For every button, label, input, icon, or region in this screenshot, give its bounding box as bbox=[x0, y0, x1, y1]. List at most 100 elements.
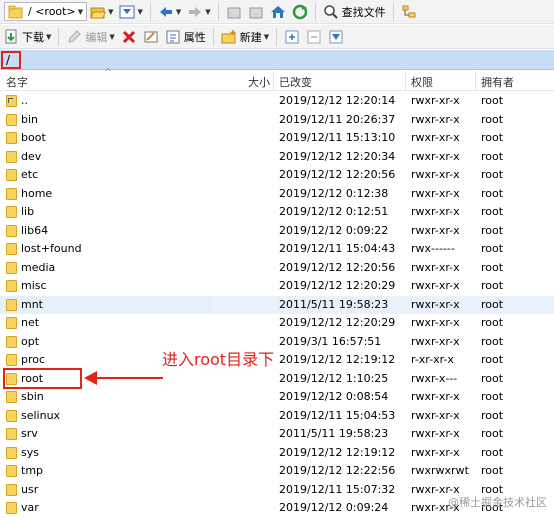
column-header-permissions[interactable]: 权限 bbox=[411, 74, 433, 90]
root-dir-button[interactable] bbox=[245, 2, 267, 22]
forward-arrow-icon bbox=[187, 4, 203, 20]
find-files-button[interactable]: 查找文件 bbox=[320, 2, 389, 22]
file-row[interactable]: tmp 2019/12/12 12:22:56 rwxrwxrwt root bbox=[0, 462, 554, 481]
file-name: media bbox=[21, 260, 56, 274]
file-name: var bbox=[21, 501, 39, 514]
file-permissions: rwxr-xr-x bbox=[411, 427, 460, 440]
current-path[interactable]: / bbox=[1, 51, 21, 69]
properties-icon bbox=[165, 29, 181, 45]
edit-button[interactable]: 编辑 ▼ bbox=[63, 27, 117, 47]
delete-button[interactable] bbox=[118, 27, 140, 47]
file-list: .. 2019/12/12 12:20:14 rwxr-xr-x root bin 201… bbox=[0, 92, 554, 518]
file-row[interactable]: home 2019/12/12 0:12:38 rwxr-xr-x root bbox=[0, 185, 554, 204]
file-permissions: rwx------ bbox=[411, 242, 455, 255]
open-folder-icon bbox=[90, 4, 106, 20]
filter-mask-button[interactable] bbox=[325, 27, 347, 47]
file-owner: root bbox=[481, 186, 504, 200]
filter-button[interactable]: ▼ bbox=[116, 2, 145, 22]
file-row[interactable]: etc 2019/12/12 12:20:56 rwxr-xr-x root bbox=[0, 166, 554, 185]
file-row[interactable]: dev 2019/12/12 12:20:34 rwxr-xr-x root bbox=[0, 148, 554, 167]
file-row[interactable]: media 2019/12/12 12:20:56 rwxr-xr-x root bbox=[0, 259, 554, 278]
folder-icon bbox=[6, 298, 17, 311]
file-row[interactable]: srv 2011/5/11 19:58:23 rwxr-xr-x root bbox=[0, 425, 554, 444]
file-modified: 2019/12/11 15:04:53 bbox=[279, 408, 396, 422]
download-button[interactable]: 下载 ▼ bbox=[0, 27, 54, 47]
file-name: proc bbox=[21, 353, 46, 366]
filter-icon bbox=[119, 4, 135, 20]
file-row[interactable]: misc 2019/12/12 12:20:29 rwxr-xr-x root bbox=[0, 277, 554, 296]
navigation-toolbar: / <root> ▼ ▼ ▼ ▼ ▼ 查找文件 bbox=[0, 0, 554, 24]
column-divider[interactable] bbox=[273, 71, 274, 91]
file-permissions: rwxr-xr-x bbox=[411, 260, 460, 274]
folder-icon bbox=[6, 446, 17, 459]
file-row[interactable]: sys 2019/12/12 12:19:12 rwxr-xr-x root bbox=[0, 444, 554, 463]
column-header-owner[interactable]: 拥有者 bbox=[481, 74, 514, 90]
file-owner: root bbox=[481, 149, 504, 163]
file-permissions: rwxr-xr-x bbox=[411, 316, 460, 329]
file-modified: 2019/12/12 1:10:25 bbox=[279, 371, 389, 385]
properties-button[interactable]: 属性 bbox=[162, 27, 209, 47]
annotation-arrow-line bbox=[95, 377, 163, 379]
file-row[interactable]: net 2019/12/12 12:20:29 rwxr-xr-x root bbox=[0, 314, 554, 333]
file-row[interactable]: sbin 2019/12/12 0:08:54 rwxr-xr-x root bbox=[0, 388, 554, 407]
file-row[interactable]: lib 2019/12/12 0:12:51 rwxr-xr-x root bbox=[0, 203, 554, 222]
file-name: bin bbox=[21, 112, 39, 126]
file-row[interactable]: bin 2019/12/11 20:26:37 rwxr-xr-x root bbox=[0, 111, 554, 130]
folder-icon bbox=[6, 243, 17, 255]
new-button[interactable]: 新建 ▼ bbox=[218, 27, 272, 47]
file-owner: root bbox=[481, 131, 504, 144]
home-button[interactable] bbox=[267, 2, 289, 22]
refresh-button[interactable] bbox=[289, 2, 311, 22]
folder-icon bbox=[6, 317, 17, 329]
collapse-button[interactable] bbox=[303, 27, 325, 47]
file-name: mnt bbox=[21, 297, 43, 311]
address-bar[interactable]: / bbox=[0, 50, 554, 70]
folder-icon bbox=[6, 335, 17, 348]
column-divider[interactable] bbox=[475, 71, 476, 91]
tree-view-button[interactable] bbox=[398, 2, 420, 22]
folder-icon bbox=[6, 409, 17, 422]
annotation-text: 进入root目录下 bbox=[162, 350, 275, 369]
toolbar-divider bbox=[314, 2, 316, 21]
column-header-size[interactable]: 大小 bbox=[248, 74, 270, 90]
file-modified: 2019/12/12 12:20:56 bbox=[279, 168, 396, 181]
file-row[interactable]: lib64 2019/12/12 0:09:22 rwxr-xr-x root bbox=[0, 222, 554, 241]
file-modified: 2019/12/12 12:20:29 bbox=[279, 316, 396, 329]
file-row[interactable]: mnt 2011/5/11 19:58:23 rwxr-xr-x root bbox=[0, 295, 554, 314]
file-owner: root bbox=[481, 427, 504, 440]
chevron-down-icon: ▼ bbox=[263, 32, 270, 41]
file-permissions: rwxr-xr-x bbox=[411, 112, 460, 126]
file-modified: 2019/12/12 12:20:34 bbox=[279, 149, 396, 163]
file-row[interactable]: .. 2019/12/12 12:20:14 rwxr-xr-x root bbox=[0, 92, 554, 111]
file-list-header: ^ 名字 大小 已改变 权限 拥有者 bbox=[0, 68, 554, 91]
file-row[interactable]: proc 2019/12/12 12:19:12 r-xr-xr-x root bbox=[0, 351, 554, 370]
filter-icon bbox=[328, 29, 344, 45]
column-header-modified[interactable]: 已改变 bbox=[279, 74, 312, 90]
file-row[interactable]: selinux 2019/12/11 15:04:53 rwxr-xr-x root bbox=[0, 407, 554, 426]
file-modified: 2011/5/11 19:58:23 bbox=[279, 297, 389, 311]
path-combobox[interactable]: / <root> ▼ bbox=[4, 2, 88, 21]
file-name: etc bbox=[21, 168, 39, 181]
file-row[interactable]: opt 2019/3/1 16:57:51 rwxr-xr-x root bbox=[0, 333, 554, 352]
expand-button[interactable] bbox=[281, 27, 303, 47]
rename-button[interactable] bbox=[140, 27, 162, 47]
back-button[interactable]: ▼ bbox=[155, 2, 184, 22]
file-name: lib64 bbox=[21, 223, 49, 237]
delete-x-icon bbox=[121, 29, 137, 45]
column-divider[interactable] bbox=[405, 71, 406, 91]
column-header-name[interactable]: 名字 bbox=[6, 74, 28, 90]
file-row[interactable]: lost+found 2019/12/11 15:04:43 rwx------ ro… bbox=[0, 240, 554, 259]
file-owner: root bbox=[481, 242, 504, 255]
file-name: opt bbox=[21, 334, 40, 348]
chevron-down-icon: ▼ bbox=[175, 7, 182, 16]
parent-dir-button[interactable] bbox=[223, 2, 245, 22]
file-permissions: rwxrwxrwt bbox=[411, 464, 469, 477]
file-name: net bbox=[21, 316, 40, 329]
open-folder-button[interactable]: ▼ bbox=[87, 2, 116, 22]
file-owner: root bbox=[481, 94, 504, 107]
forward-button[interactable]: ▼ bbox=[184, 2, 213, 22]
file-row[interactable]: boot 2019/12/11 15:13:10 rwxr-xr-x root bbox=[0, 129, 554, 148]
folder-icon bbox=[6, 113, 17, 126]
properties-label: 属性 bbox=[183, 30, 206, 44]
file-permissions: rwxr-xr-x bbox=[411, 168, 460, 181]
